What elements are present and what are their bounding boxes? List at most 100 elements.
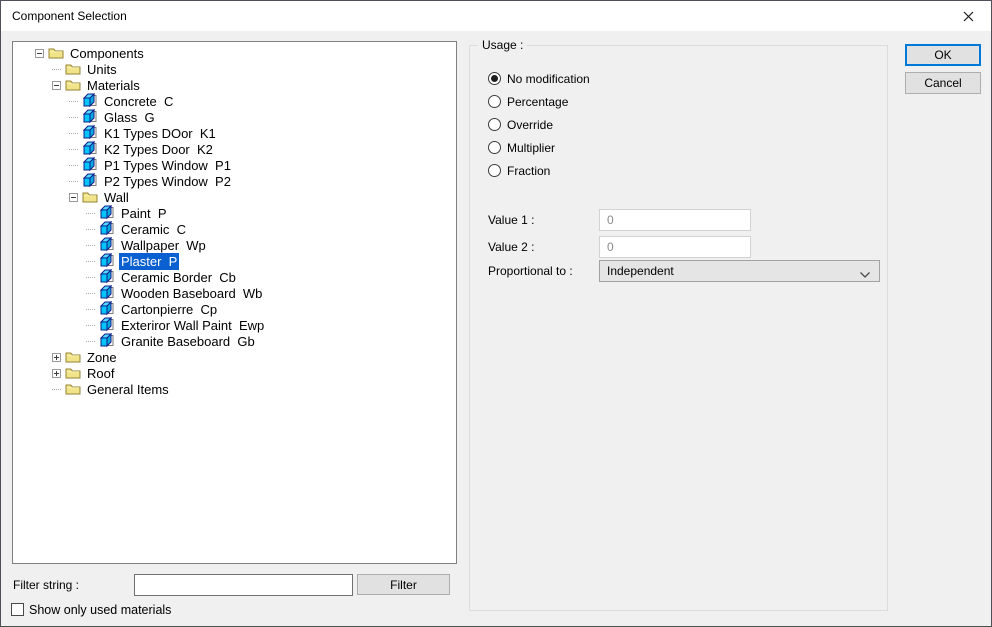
tree-connector [86, 225, 95, 234]
usage-option-override[interactable]: Override [488, 113, 590, 136]
tree-item-materials[interactable]: Materials [13, 77, 456, 93]
tree-connector [69, 145, 78, 154]
material-cube-icon [82, 93, 98, 109]
tree-item-label: Wallpaper Wp [121, 237, 206, 253]
material-cube-icon [99, 221, 115, 237]
expand-plus-icon[interactable] [52, 352, 61, 362]
tree-item-cartonpierre[interactable]: Cartonpierre Cp [13, 301, 456, 317]
component-selection-dialog: Component Selection Components Units Mater… [0, 0, 992, 627]
filter-string-input[interactable] [134, 574, 353, 596]
tree-item-label: Glass G [104, 109, 155, 125]
usage-option-label: Fraction [507, 163, 551, 178]
close-icon [963, 11, 973, 21]
radio-icon[interactable] [488, 95, 501, 108]
material-cube-icon [99, 333, 114, 348]
usage-option-percentage[interactable]: Percentage [488, 90, 590, 113]
expand-plus-icon[interactable] [52, 368, 61, 378]
tree-item-wall[interactable]: Wall [13, 189, 456, 205]
tree-item-k2-types-door[interactable]: K2 Types Door K2 [13, 141, 456, 157]
value2-input[interactable] [599, 236, 751, 258]
titlebar: Component Selection [1, 1, 991, 31]
tree-item-exteriror-wall-paint[interactable]: Exteriror Wall Paint Ewp [13, 317, 456, 333]
folder-icon [65, 349, 81, 365]
usage-option-label: Percentage [507, 94, 569, 109]
tree-item-ceramic-border[interactable]: Ceramic Border Cb [13, 269, 456, 285]
tree-item-label: Materials [87, 77, 140, 93]
folder-icon [82, 192, 98, 203]
close-button[interactable] [945, 1, 991, 31]
material-cube-icon [99, 285, 115, 301]
tree-item-p2-types-window[interactable]: P2 Types Window P2 [13, 173, 456, 189]
tree-item-label: P1 Types Window P1 [104, 157, 231, 173]
collapse-minus-icon[interactable] [35, 48, 44, 58]
folder-icon [82, 189, 98, 205]
tree-item-components[interactable]: Components [13, 45, 456, 61]
tree-item-p1-types-window[interactable]: P1 Types Window P1 [13, 157, 456, 173]
tree-connector [69, 129, 78, 138]
tree-item-label: Exteriror Wall Paint Ewp [121, 317, 265, 333]
usage-option-label: Multiplier [507, 140, 556, 155]
tree-item-glass[interactable]: Glass G [13, 109, 456, 125]
tree-item-label: Granite Baseboard Gb [121, 333, 255, 349]
folder-icon [65, 77, 81, 93]
tree-connector [86, 321, 95, 330]
tree-connector [69, 97, 78, 106]
tree-item-label: Zone [87, 349, 117, 365]
material-cube-icon [82, 157, 98, 173]
tree-item-roof[interactable]: Roof [13, 365, 456, 381]
material-cube-icon [99, 237, 114, 252]
filter-button[interactable]: Filter [357, 574, 450, 595]
material-cube-icon [82, 109, 98, 125]
folder-icon [48, 48, 64, 59]
usage-option-fraction[interactable]: Fraction [488, 159, 590, 182]
radio-icon[interactable] [488, 118, 501, 131]
collapse-minus-icon[interactable] [69, 192, 78, 202]
value1-input[interactable] [599, 209, 751, 231]
tree-item-concrete[interactable]: Concrete C [13, 93, 456, 109]
tree-item-k1-types-door[interactable]: K1 Types DOor K1 [13, 125, 456, 141]
material-cube-icon [82, 173, 97, 188]
proportional-to-dropdown[interactable]: Independent [599, 260, 880, 282]
tree-item-label: Ceramic Border Cb [121, 269, 236, 285]
tree-item-granite-baseboard[interactable]: Granite Baseboard Gb [13, 333, 456, 349]
material-cube-icon [99, 205, 115, 221]
value1-label: Value 1 : [488, 213, 535, 227]
usage-option-multiplier[interactable]: Multiplier [488, 136, 590, 159]
show-only-used-materials-checkbox[interactable] [11, 603, 24, 616]
tree-connector [69, 113, 78, 122]
filter-string-label: Filter string : [13, 578, 80, 592]
tree-item-units[interactable]: Units [13, 61, 456, 77]
tree-item-wooden-baseboard[interactable]: Wooden Baseboard Wb [13, 285, 456, 301]
tree-item-paint[interactable]: Paint P [13, 205, 456, 221]
usage-group-label: Usage : [478, 38, 528, 52]
material-cube-icon [99, 301, 114, 316]
tree-connector [86, 337, 95, 346]
tree-item-label: Units [87, 61, 117, 77]
tree-item-wallpaper[interactable]: Wallpaper Wp [13, 237, 456, 253]
material-cube-icon [82, 125, 98, 141]
tree-item-ceramic[interactable]: Ceramic C [13, 221, 456, 237]
tree-connector [52, 65, 61, 74]
usage-option-no-modification[interactable]: No modification [488, 67, 590, 90]
tree-item-zone[interactable]: Zone [13, 349, 456, 365]
material-cube-icon [99, 221, 114, 236]
material-cube-icon [82, 141, 97, 156]
component-tree[interactable]: Components Units Materials Concrete C Glass … [12, 41, 457, 564]
usage-option-label: No modification [507, 71, 590, 86]
cancel-button[interactable]: Cancel [905, 72, 981, 94]
tree-connector [86, 305, 95, 314]
usage-radio-group: No modification Percentage Override Multipl… [488, 67, 590, 182]
ok-button[interactable]: OK [905, 44, 981, 66]
folder-icon [65, 384, 81, 395]
tree-connector [69, 177, 78, 186]
radio-icon[interactable] [488, 141, 501, 154]
tree-item-general-items[interactable]: General Items [13, 381, 456, 397]
radio-icon[interactable] [488, 164, 501, 177]
radio-selected-icon[interactable] [488, 72, 501, 85]
tree-item-label: Cartonpierre Cp [121, 301, 218, 317]
collapse-minus-icon[interactable] [52, 80, 61, 90]
tree-item-plaster[interactable]: Plaster P [13, 252, 456, 270]
chevron-down-icon [859, 268, 871, 282]
tree-item-label: P2 Types Window P2 [104, 173, 231, 189]
tree-connector [52, 385, 61, 394]
